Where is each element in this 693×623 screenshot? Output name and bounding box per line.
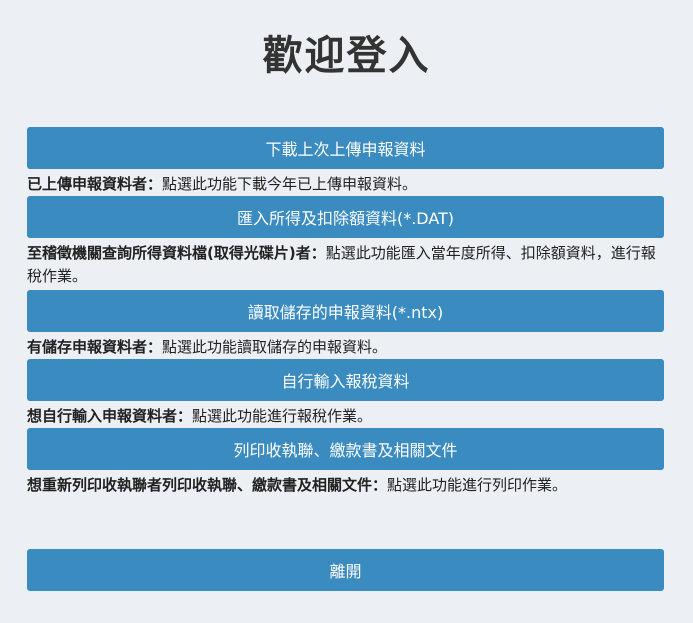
description-text: 點選此功能下載今年已上傳申報資料。 <box>162 175 418 193</box>
manual-input-description: 想自行輸入申報資料者：點選此功能進行報稅作業。 <box>27 405 664 428</box>
import-income-deduction-description: 至稽徵機關查詢所得資料檔(取得光碟片)者：點選此功能匯入當年度所得、扣除額資料，… <box>27 242 664 288</box>
read-saved-return-description: 有儲存申報資料者：點選此功能讀取儲存的申報資料。 <box>27 336 664 359</box>
print-receipt-description: 想重新列印收執聯者列印收執聯、繳款書及相關文件：點選此功能進行列印作業。 <box>27 474 664 497</box>
import-income-deduction-button[interactable]: 匯入所得及扣除額資料(*.DAT) <box>27 196 664 238</box>
description-text: 點選此功能進行報稅作業。 <box>192 407 373 425</box>
download-last-upload-button[interactable]: 下載上次上傳申報資料 <box>27 127 664 169</box>
description-label: 至稽徵機關查詢所得資料檔(取得光碟片)者： <box>27 244 326 262</box>
description-label: 已上傳申報資料者： <box>27 175 163 193</box>
description-label: 想重新列印收執聯者列印收執聯、繳款書及相關文件： <box>27 476 388 494</box>
description-text: 點選此功能讀取儲存的申報資料。 <box>162 338 388 356</box>
description-text: 點選此功能進行列印作業。 <box>387 476 568 494</box>
exit-button[interactable]: 離開 <box>27 549 664 591</box>
description-label: 有儲存申報資料者： <box>27 338 163 356</box>
read-saved-return-button[interactable]: 讀取儲存的申報資料(*.ntx) <box>27 290 664 332</box>
download-last-upload-description: 已上傳申報資料者：點選此功能下載今年已上傳申報資料。 <box>27 173 664 196</box>
print-receipt-button[interactable]: 列印收執聯、繳款書及相關文件 <box>27 428 664 470</box>
description-label: 想自行輸入申報資料者： <box>27 407 193 425</box>
manual-input-button[interactable]: 自行輸入報稅資料 <box>27 359 664 401</box>
page-title: 歡迎登入 <box>262 33 431 79</box>
